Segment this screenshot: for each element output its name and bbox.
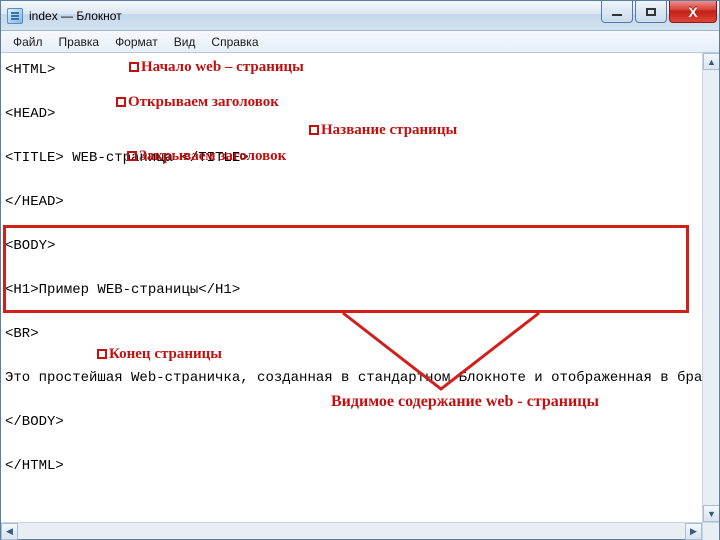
menu-help[interactable]: Справка xyxy=(203,33,266,51)
minimize-button[interactable] xyxy=(601,1,633,23)
scroll-corner xyxy=(702,523,719,540)
menu-bar: Файл Правка Формат Вид Справка xyxy=(1,31,719,53)
window-buttons: X xyxy=(601,1,719,23)
close-button[interactable]: X xyxy=(669,1,717,23)
annotation-start: Начало web – страницы xyxy=(129,56,304,78)
scroll-up-button[interactable]: ▲ xyxy=(703,53,719,70)
menu-format[interactable]: Формат xyxy=(107,33,166,51)
code-line: <HEAD> xyxy=(5,106,55,122)
text-editor[interactable]: <HTML> <HEAD> <TITLE> WEB-страница </TIT… xyxy=(1,53,702,522)
scroll-down-button[interactable]: ▼ xyxy=(703,505,719,522)
code-line: <BODY> xyxy=(5,238,55,254)
menu-view[interactable]: Вид xyxy=(166,33,204,51)
code-line: Это простейшая Web-страничка, созданная … xyxy=(5,370,702,386)
maximize-button[interactable] xyxy=(635,1,667,23)
highlight-box xyxy=(3,225,689,313)
code-line: <TITLE> WEB-страница </TITLE> xyxy=(5,150,249,166)
content-area: <HTML> <HEAD> <TITLE> WEB-страница </TIT… xyxy=(1,53,719,522)
annotation-visible: Видимое содержание web - страницы xyxy=(331,391,599,413)
code-line: <BR> xyxy=(5,326,39,342)
notepad-icon xyxy=(7,8,23,24)
scroll-left-button[interactable]: ◀ xyxy=(1,523,18,540)
code-line: </HTML> xyxy=(5,458,64,474)
code-line: </HEAD> xyxy=(5,194,64,210)
menu-file[interactable]: Файл xyxy=(5,33,51,51)
annotation-open-head: Открываем заголовок xyxy=(116,91,279,113)
scroll-right-button[interactable]: ▶ xyxy=(685,523,702,540)
annotation-end: Конец страницы xyxy=(97,343,222,365)
code-line: <HTML> xyxy=(5,62,55,78)
code-line: <H1>Пример WEB-страницы</H1> xyxy=(5,282,240,298)
title-bar[interactable]: index — Блокнот X xyxy=(1,1,719,31)
code-line: </BODY> xyxy=(5,414,64,430)
horizontal-scrollbar[interactable]: ◀ ▶ xyxy=(1,522,719,539)
vertical-scrollbar[interactable]: ▲ ▼ xyxy=(702,53,719,522)
annotation-title: Название страницы xyxy=(309,119,457,141)
menu-edit[interactable]: Правка xyxy=(51,33,108,51)
window-title: index — Блокнот xyxy=(29,9,122,23)
notepad-window: index — Блокнот X Файл Правка Формат Вид… xyxy=(0,0,720,540)
